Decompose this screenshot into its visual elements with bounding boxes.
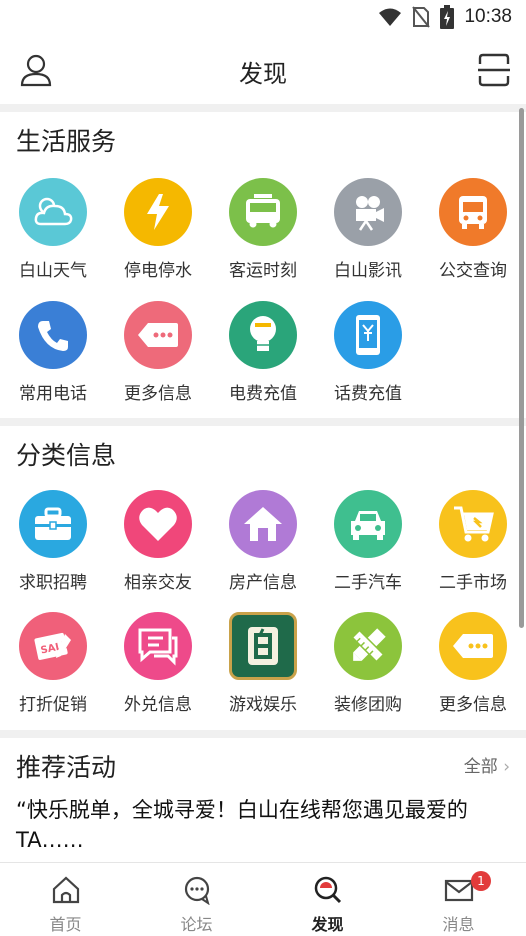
grid-label: 求职招聘 (19, 573, 87, 593)
grid-label: 白山影讯 (334, 261, 402, 281)
unread-badge: 1 (471, 871, 491, 891)
section-divider (0, 418, 526, 426)
grid-item-games[interactable]: 游戏娱乐 (218, 612, 308, 732)
pencil-ruler-icon (334, 612, 402, 680)
grid-item-discounts[interactable]: SALE 打折促销 (8, 612, 98, 732)
no-sim-icon (412, 6, 431, 28)
grid-label: 话费充值 (334, 384, 402, 404)
weather-icon (19, 178, 87, 246)
grid-label: 装修团购 (334, 695, 402, 715)
status-time: 10:38 (464, 6, 512, 27)
classified-title: 分类信息 (16, 441, 117, 470)
mobile-recharge-icon (334, 301, 402, 369)
status-bar: 10:38 (0, 0, 526, 36)
tab-messages[interactable]: 消息 1 (393, 863, 524, 936)
briefcase-icon (19, 490, 87, 558)
page-title: 发现 (239, 60, 287, 88)
bus-icon (439, 178, 507, 246)
coach-bus-icon (229, 178, 297, 246)
discover-icon (314, 876, 341, 904)
phone-icon (19, 301, 87, 369)
film-camera-icon (334, 178, 402, 246)
grid-label: 游戏娱乐 (229, 695, 297, 715)
grid-label: 更多信息 (124, 384, 192, 404)
section-divider (0, 730, 526, 738)
wifi-icon (379, 8, 402, 26)
mahjong-icon (229, 612, 297, 680)
grid-label: 外兑信息 (124, 695, 192, 715)
grid-label: 二手汽车 (334, 573, 402, 593)
message-icon (444, 879, 473, 902)
activity-item[interactable]: “快乐脱单，全城寻爱！白山在线帮您遇见最爱的TA…… (16, 795, 510, 855)
tab-label: 发现 (311, 915, 344, 934)
grid-item-jobs[interactable]: 求职招聘 (8, 490, 98, 610)
grid-item-renovation[interactable]: 装修团购 (323, 612, 413, 732)
grid-label: 电费充值 (229, 384, 297, 404)
grid-item-bus[interactable]: 公交查询 (428, 178, 518, 298)
grid-item-phone[interactable]: 常用电话 (8, 301, 98, 421)
grid-label: 白山天气 (19, 261, 87, 281)
forum-icon (184, 876, 210, 906)
house-icon (229, 490, 297, 558)
tab-discover[interactable]: 发现 (262, 863, 393, 936)
tab-label: 消息 (442, 915, 475, 934)
chat-icon (124, 612, 192, 680)
grid-item-phone-recharge[interactable]: 话费充值 (323, 301, 413, 421)
grid-item-outage[interactable]: 停电停水 (113, 178, 203, 298)
grid-label: 房产信息 (229, 573, 297, 593)
grid-item-transfers[interactable]: 外兑信息 (113, 612, 203, 732)
view-all-label: 全部 (463, 757, 498, 777)
view-all-link[interactable]: 全部 › (464, 752, 510, 777)
bottom-tab-bar: 首页 论坛 发现 消息 1 (0, 862, 526, 936)
chevron-right-icon: › (503, 757, 510, 777)
grid-label: 打折促销 (19, 695, 87, 715)
grid-item-weather[interactable]: 白山天气 (8, 178, 98, 298)
grid-label: 公交查询 (439, 261, 507, 281)
grid-item-electricity[interactable]: 电费充值 (218, 301, 308, 421)
grid-label: 二手市场 (439, 573, 507, 593)
recommended-title: 推荐活动 (16, 753, 117, 782)
app-header: 发现 (0, 36, 526, 104)
more-tag-icon (439, 612, 507, 680)
tab-label: 首页 (49, 915, 82, 934)
battery-charging-icon (440, 5, 455, 29)
grid-item-coach-schedule[interactable]: 客运时刻 (218, 178, 308, 298)
life-services-title: 生活服务 (16, 127, 117, 156)
grid-label: 常用电话 (19, 384, 87, 404)
grid-item-more-info-2[interactable]: 更多信息 (428, 612, 518, 732)
scan-icon (478, 53, 510, 87)
grid-item-more-info[interactable]: 更多信息 (113, 301, 203, 421)
scrollbar[interactable] (519, 108, 524, 628)
car-icon (334, 490, 402, 558)
grid-item-dating[interactable]: 相亲交友 (113, 490, 203, 610)
grid-item-real-estate[interactable]: 房产信息 (218, 490, 308, 610)
tab-forum[interactable]: 论坛 (131, 863, 262, 936)
cart-icon (439, 490, 507, 558)
bulb-icon (229, 301, 297, 369)
tab-label: 论坛 (180, 915, 213, 934)
scan-button[interactable] (476, 52, 512, 88)
tab-home[interactable]: 首页 (0, 863, 131, 936)
lightning-icon (124, 178, 192, 246)
grid-item-second-hand-market[interactable]: 二手市场 (428, 490, 518, 610)
home-icon (52, 876, 79, 904)
more-tag-icon (124, 301, 192, 369)
grid-label: 停电停水 (124, 261, 192, 281)
grid-label: 相亲交友 (124, 573, 192, 593)
section-divider (0, 104, 526, 112)
grid-label: 更多信息 (439, 695, 507, 715)
grid-item-cinema[interactable]: 白山影讯 (323, 178, 413, 298)
grid-item-used-cars[interactable]: 二手汽车 (323, 490, 413, 610)
grid-label: 客运时刻 (229, 261, 297, 281)
sale-tag-icon: SALE (19, 612, 87, 680)
heart-icon (124, 490, 192, 558)
